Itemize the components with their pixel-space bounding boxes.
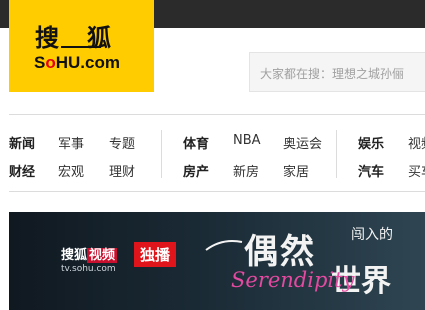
nav-link-buycar[interactable]: 买车 xyxy=(408,161,425,180)
nav-link-video[interactable]: 视频 xyxy=(408,133,425,152)
nav-link-entertainment[interactable]: 娱乐 xyxy=(358,133,384,152)
nav-link-realestate[interactable]: 房产 xyxy=(183,161,209,180)
nav-link-home[interactable]: 家居 xyxy=(283,161,309,180)
nav-link-finance[interactable]: 财经 xyxy=(9,161,35,180)
nav-bottom-divider xyxy=(9,191,425,192)
nav-link-newhome[interactable]: 新房 xyxy=(233,161,259,180)
banner-title-main: 偶然 xyxy=(244,232,316,272)
logo-divider xyxy=(61,46,101,48)
nav-link-topics[interactable]: 专题 xyxy=(109,133,135,152)
banner-brand: 搜狐 视频 xyxy=(61,248,118,263)
nav-top-divider xyxy=(9,114,425,115)
nav-link-money[interactable]: 理财 xyxy=(109,161,135,180)
logo-english: SoHU.com xyxy=(34,53,120,72)
nav-separator xyxy=(161,130,162,178)
nav-link-military[interactable]: 军事 xyxy=(58,133,84,152)
nav-link-news[interactable]: 新闻 xyxy=(9,133,35,152)
nav-link-macro[interactable]: 宏观 xyxy=(58,161,84,180)
banner-title-english: Serendipity xyxy=(231,268,355,292)
nav-separator xyxy=(336,130,337,178)
nav-link-olympics[interactable]: 奥运会 xyxy=(283,133,322,152)
nav-link-auto[interactable]: 汽车 xyxy=(358,161,384,180)
nav-link-sports[interactable]: 体育 xyxy=(183,133,209,152)
sohu-logo[interactable]: 搜狐 SoHU.com xyxy=(9,0,154,92)
banner-title-small: 闯入的 xyxy=(351,227,393,243)
swoosh-icon xyxy=(205,240,243,251)
video-banner-ad[interactable]: 搜狐 视频 tv.sohu.com 独播 偶然 闯入的 世界 Serendipit… xyxy=(9,212,425,310)
exclusive-badge: 独播 xyxy=(134,242,177,267)
search-box[interactable]: 大家都在搜：理想之城孙俪 xyxy=(249,52,425,92)
search-placeholder: 大家都在搜：理想之城孙俪 xyxy=(260,67,405,81)
nav-link-nba[interactable]: NBA xyxy=(233,133,261,148)
banner-url: tv.sohu.com xyxy=(61,264,116,274)
